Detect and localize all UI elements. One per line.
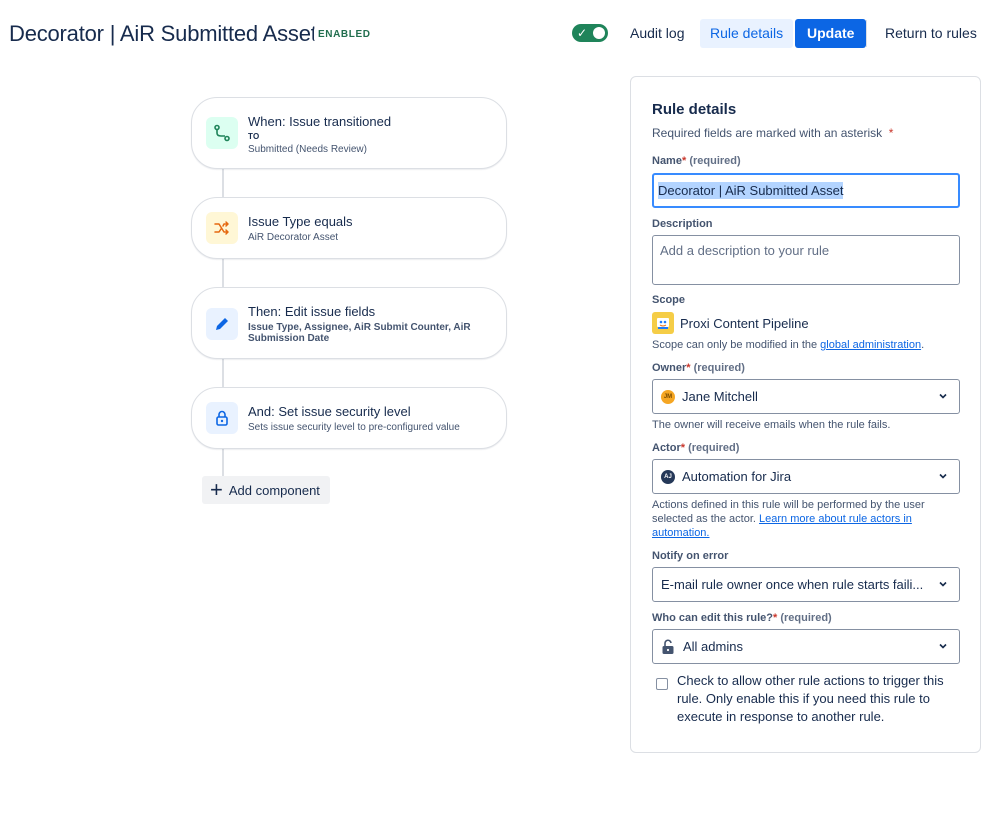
owner-avatar: JM xyxy=(661,389,675,404)
owner-label: Owner* (required) xyxy=(652,362,745,374)
actor-label: Actor* (required) xyxy=(652,442,740,454)
action-title: And: Set issue security level xyxy=(248,404,411,419)
flow-connector xyxy=(222,258,224,288)
owner-hint: The owner will receive emails when the r… xyxy=(652,419,891,431)
who-edit-select[interactable]: All admins xyxy=(652,629,960,664)
required-note: Required fields are marked with an aster… xyxy=(652,126,894,140)
edit-fields-action-card[interactable]: Then: Edit issue fields Issue Type, Assi… xyxy=(191,287,507,359)
add-component-label: Add component xyxy=(228,482,320,498)
trigger-card[interactable]: When: Issue transitioned TO Submitted (N… xyxy=(191,97,507,169)
allow-trigger-option: Check to allow other rule actions to tri… xyxy=(656,672,956,726)
condition-title: Issue Type equals xyxy=(248,214,353,229)
flow-connector xyxy=(222,448,224,478)
allow-trigger-checkbox[interactable] xyxy=(656,678,668,690)
flow-connector xyxy=(222,358,224,388)
unlock-icon xyxy=(661,638,675,655)
flow-connector xyxy=(222,168,224,198)
chevron-down-icon xyxy=(938,641,948,654)
scope-value: Proxi Content Pipeline xyxy=(652,312,809,334)
actor-avatar: AJ xyxy=(661,469,675,484)
check-icon: ✓ xyxy=(577,26,588,40)
trigger-subtitle: Submitted (Needs Review) xyxy=(248,144,367,155)
rule-details-button[interactable]: Rule details xyxy=(700,19,794,48)
header-divider xyxy=(866,20,867,47)
action-title: Then: Edit issue fields xyxy=(248,304,376,319)
plus-icon: + xyxy=(210,477,223,502)
condition-subtitle: AiR Decorator Asset xyxy=(248,232,339,243)
page-title: Decorator | AiR Submitted Asset xyxy=(9,21,317,46)
update-button[interactable]: Update xyxy=(795,19,867,48)
condition-card[interactable]: Issue Type equals AiR Decorator Asset xyxy=(191,197,507,259)
actor-select[interactable]: AJ Automation for Jira xyxy=(652,459,960,494)
name-field[interactable]: Decorator | AiR Submitted Asset xyxy=(652,173,960,208)
panel-title: Rule details xyxy=(652,101,737,118)
description-label: Description xyxy=(652,218,713,230)
description-field[interactable]: Add a description to your rule xyxy=(652,235,960,285)
branch-icon xyxy=(206,117,238,149)
lock-icon xyxy=(206,402,238,434)
scope-hint: Scope can only be modified in the global… xyxy=(652,339,925,351)
add-component-button[interactable]: + Add component xyxy=(202,476,330,504)
global-administration-link[interactable]: global administration xyxy=(820,339,921,351)
security-level-action-card[interactable]: And: Set issue security level Sets issue… xyxy=(191,387,507,449)
scope-label: Scope xyxy=(652,294,686,306)
toggle-knob xyxy=(593,27,605,39)
owner-select[interactable]: JM Jane Mitchell xyxy=(652,379,960,414)
rule-details-panel: Rule details Required fields are marked … xyxy=(630,76,981,753)
trigger-to-label: TO xyxy=(248,132,260,141)
chevron-down-icon xyxy=(938,579,948,592)
chevron-down-icon xyxy=(938,471,948,484)
trigger-title: When: Issue transitioned xyxy=(248,114,392,129)
notify-label: Notify on error xyxy=(652,550,729,562)
actor-hint: Actions defined in this rule will be per… xyxy=(652,499,925,539)
project-avatar-icon xyxy=(652,312,674,334)
rule-enabled-toggle[interactable]: ✓ xyxy=(572,24,608,42)
status-badge: ENABLED xyxy=(314,27,375,42)
chevron-down-icon xyxy=(938,391,948,404)
name-label: Name* (required) xyxy=(652,155,741,167)
allow-trigger-label: Check to allow other rule actions to tri… xyxy=(677,673,944,724)
shuffle-icon xyxy=(206,212,238,244)
pencil-icon xyxy=(206,308,238,340)
audit-log-button[interactable]: Audit log xyxy=(620,19,694,48)
return-to-rules-button[interactable]: Return to rules xyxy=(875,19,987,48)
action-subtitle: Issue Type, Assignee, AiR Submit Counter… xyxy=(248,322,471,344)
who-edit-label: Who can edit this rule?* (required) xyxy=(652,612,832,624)
action-subtitle: Sets issue security level to pre-configu… xyxy=(248,422,460,433)
notify-select[interactable]: E-mail rule owner once when rule starts … xyxy=(652,567,960,602)
